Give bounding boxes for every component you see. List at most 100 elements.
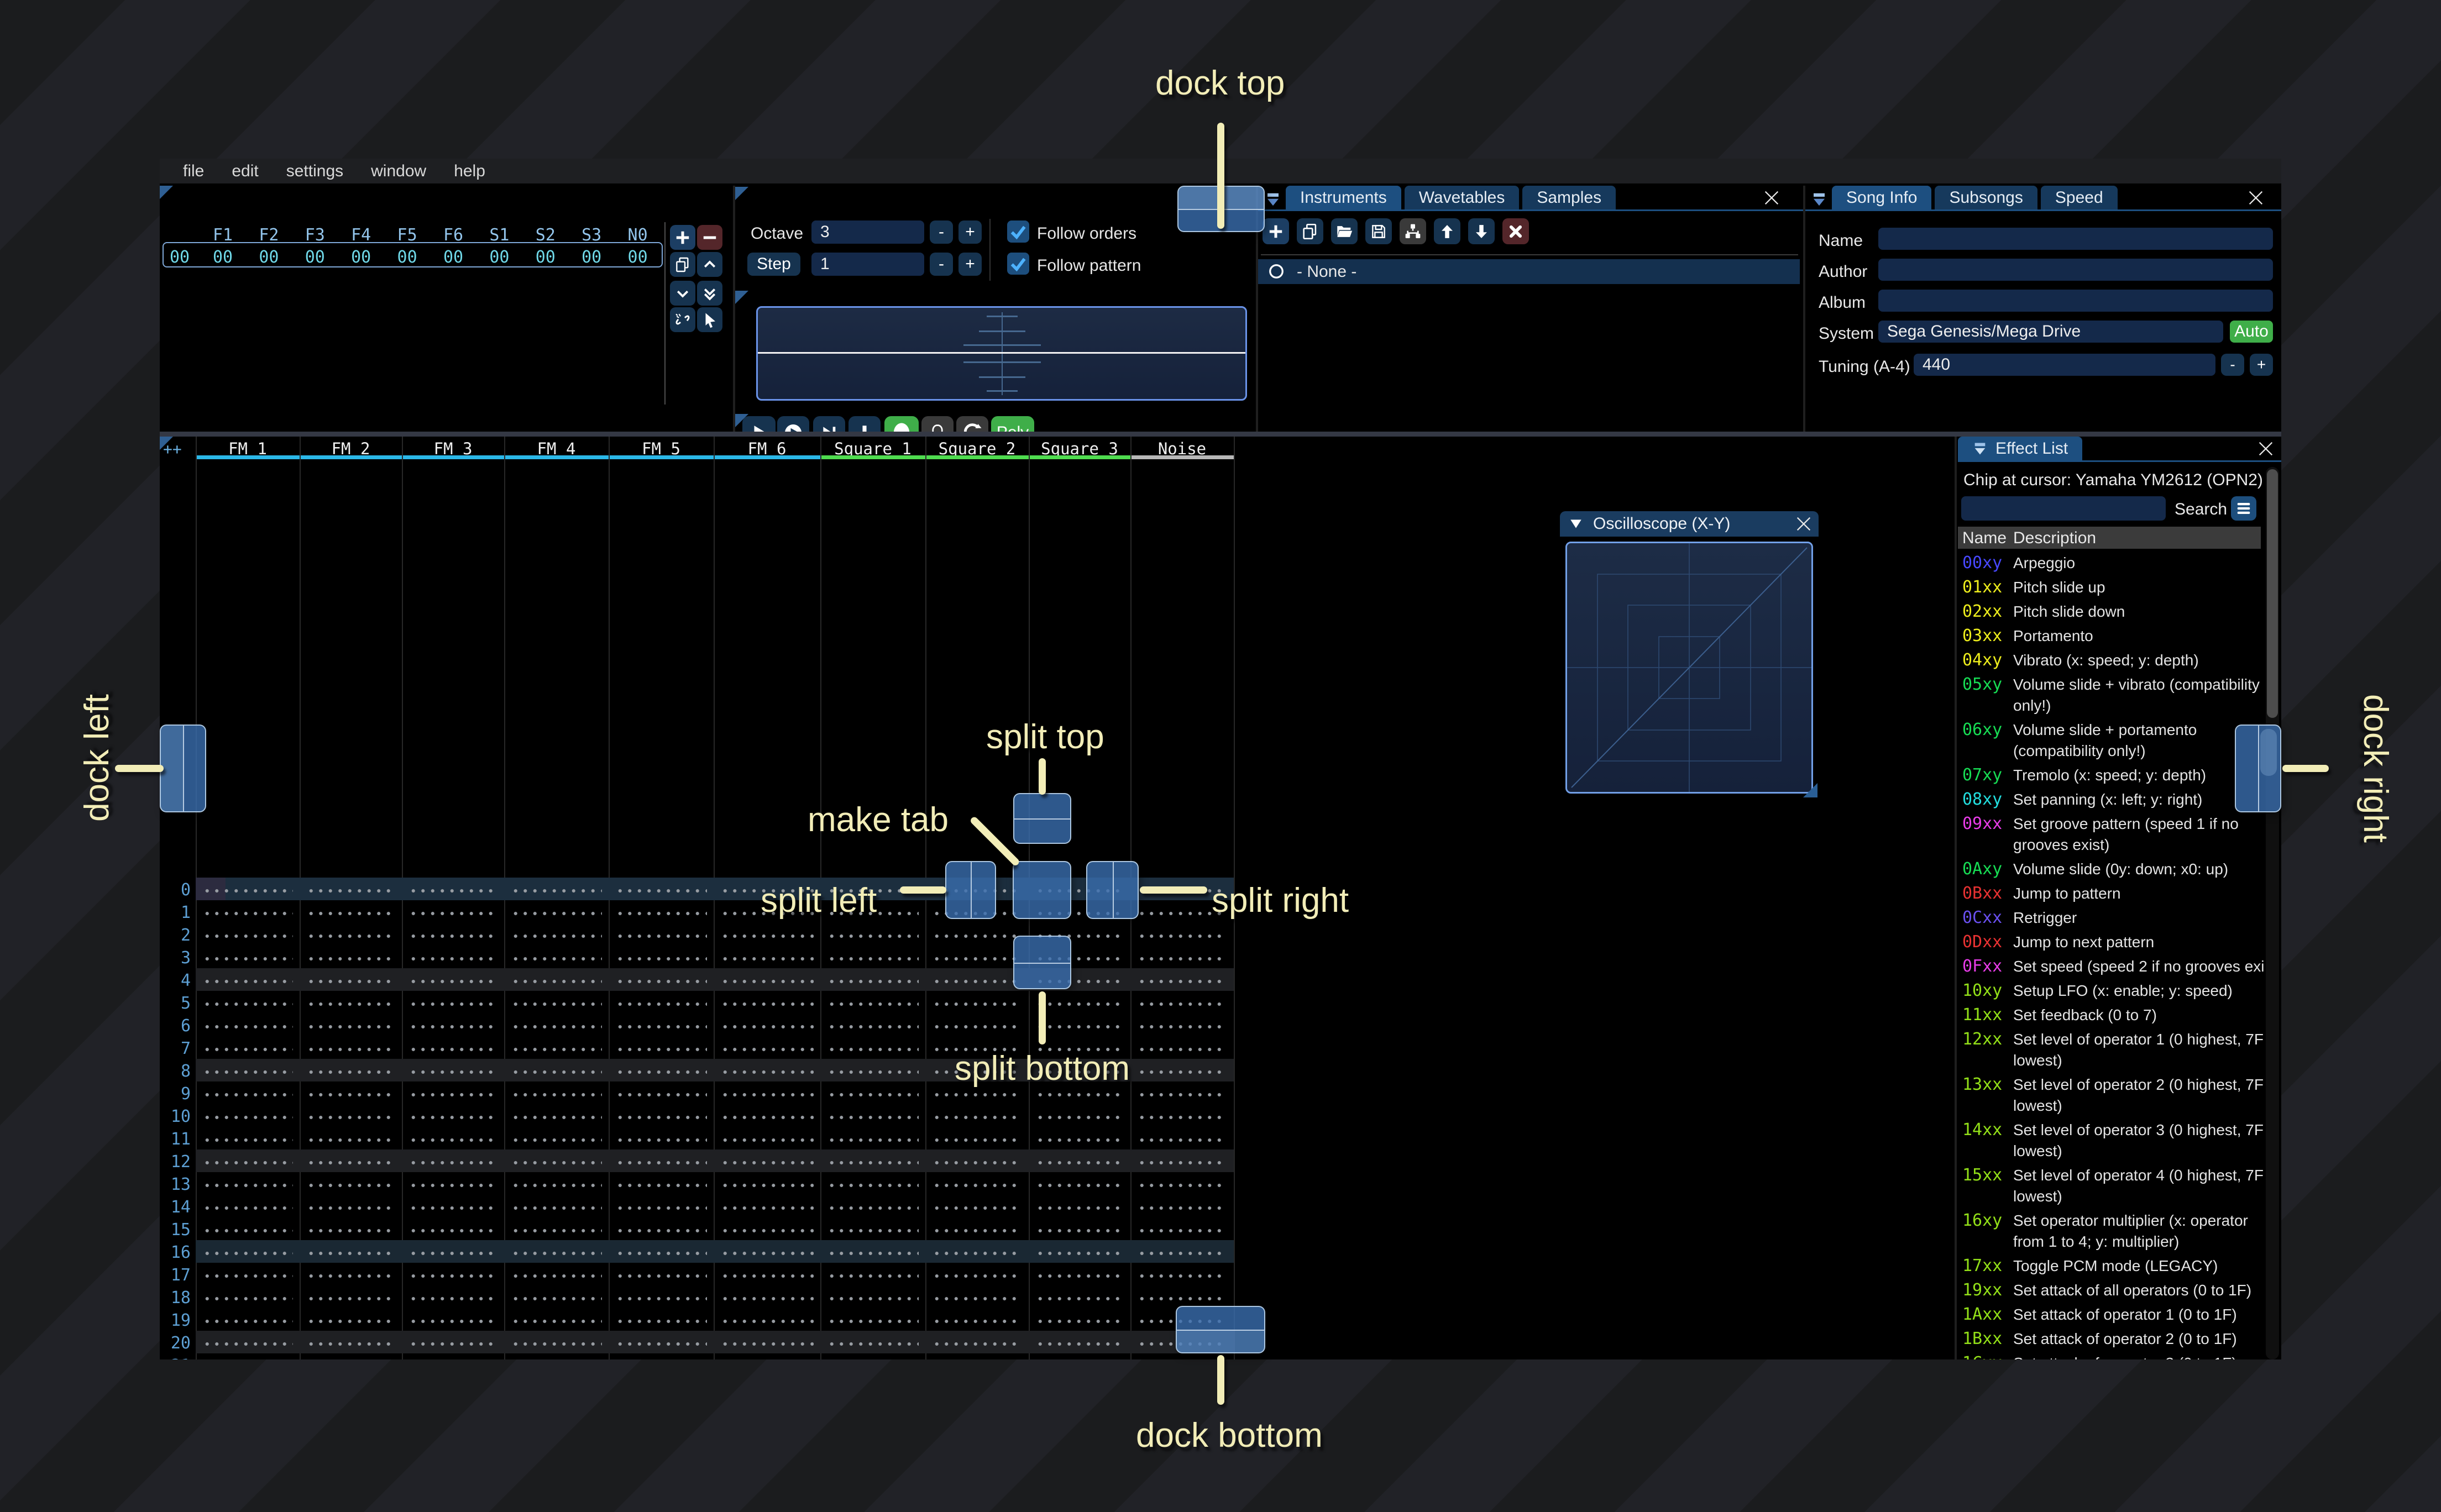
empty-cells[interactable] bbox=[615, 934, 707, 938]
effect-list-menu-button[interactable] bbox=[2231, 496, 2256, 521]
empty-cells[interactable] bbox=[511, 1229, 602, 1233]
empty-cells[interactable] bbox=[511, 957, 602, 961]
empty-cells[interactable] bbox=[408, 979, 497, 984]
empty-cells[interactable] bbox=[932, 1115, 1022, 1120]
empty-cells[interactable] bbox=[202, 957, 293, 961]
empty-cells[interactable] bbox=[615, 1342, 707, 1346]
split-left-button[interactable] bbox=[945, 861, 996, 919]
effect-row-0Fxx[interactable]: 0Fxx Set speed (speed 2 if no grooves exi… bbox=[1962, 956, 2264, 977]
empty-cells[interactable] bbox=[408, 1002, 497, 1006]
empty-cells[interactable] bbox=[1035, 1319, 1124, 1324]
empty-cells[interactable] bbox=[720, 1025, 814, 1029]
empty-cells[interactable] bbox=[720, 1229, 814, 1233]
instrument-open-button[interactable] bbox=[1331, 218, 1358, 244]
empty-cells[interactable] bbox=[408, 1206, 497, 1210]
empty-cells[interactable] bbox=[827, 1229, 919, 1233]
empty-cells[interactable] bbox=[202, 934, 293, 938]
empty-cells[interactable] bbox=[827, 1274, 919, 1278]
empty-cells[interactable] bbox=[408, 911, 497, 916]
empty-cells[interactable] bbox=[615, 1002, 707, 1006]
empty-cells[interactable] bbox=[615, 957, 707, 961]
empty-cells[interactable] bbox=[932, 1319, 1022, 1324]
tuning-input[interactable]: 440 bbox=[1914, 354, 2215, 376]
empty-cells[interactable] bbox=[511, 1206, 602, 1210]
octave-input[interactable]: 3 bbox=[811, 221, 924, 244]
effect-row-16xy[interactable]: 16xy Set operator multiplier (x: operator… bbox=[1962, 1210, 2264, 1252]
metronome-bell-button[interactable] bbox=[921, 416, 954, 432]
empty-cells[interactable] bbox=[615, 911, 707, 916]
empty-cells[interactable] bbox=[615, 1161, 707, 1165]
empty-cells[interactable] bbox=[408, 1047, 497, 1052]
effect-row-09xx[interactable]: 09xx Set groove pattern (speed 1 if no gr… bbox=[1962, 813, 2264, 855]
empty-cells[interactable] bbox=[1035, 1342, 1124, 1346]
order-edit-cursor-button[interactable] bbox=[697, 307, 722, 332]
effect-row-07xy[interactable]: 07xy Tremolo (x: speed; y: depth) bbox=[1962, 765, 2264, 786]
empty-cells[interactable] bbox=[615, 1138, 707, 1142]
menu-file[interactable]: file bbox=[173, 162, 214, 181]
empty-cells[interactable] bbox=[720, 934, 814, 938]
effect-row-1Cxx[interactable]: 1CxxSet attack of operator 3 (0 to 1F) bbox=[1962, 1353, 2264, 1359]
effect-row-1Bxx[interactable]: 1Bxx Set attack of operator 2 (0 to 1F) bbox=[1962, 1329, 2264, 1350]
empty-cells[interactable] bbox=[827, 1206, 919, 1210]
empty-cells[interactable] bbox=[615, 1115, 707, 1120]
empty-cells[interactable] bbox=[615, 1047, 707, 1052]
empty-cells[interactable] bbox=[306, 1093, 395, 1097]
empty-cells[interactable] bbox=[408, 1274, 497, 1278]
empty-cells[interactable] bbox=[615, 1319, 707, 1324]
empty-cells[interactable] bbox=[408, 1296, 497, 1301]
empty-cells[interactable] bbox=[1035, 1206, 1124, 1210]
empty-cells[interactable] bbox=[202, 979, 293, 984]
effect-row-11xx[interactable]: 11xx Set feedback (0 to 7) bbox=[1962, 1005, 2264, 1026]
empty-cells[interactable] bbox=[511, 1251, 602, 1256]
dock-bottom-button[interactable] bbox=[1176, 1306, 1265, 1353]
empty-cells[interactable] bbox=[827, 1002, 919, 1006]
play-one-row-button[interactable] bbox=[813, 416, 845, 432]
instruments-close-icon[interactable] bbox=[1762, 188, 1782, 208]
empty-cells[interactable] bbox=[1137, 1274, 1227, 1278]
empty-cells[interactable] bbox=[202, 1002, 293, 1006]
effect-row-0Bxx[interactable]: 0Bxx Jump to pattern bbox=[1962, 883, 2264, 904]
empty-cells[interactable] bbox=[202, 1251, 293, 1256]
effect-row-05xy[interactable]: 05xy Volume slide + vibrato (compatibilit… bbox=[1962, 674, 2264, 716]
empty-cells[interactable] bbox=[202, 1342, 293, 1346]
empty-cells[interactable] bbox=[306, 1319, 395, 1324]
instrument-save-button[interactable] bbox=[1365, 218, 1392, 244]
empty-cells[interactable] bbox=[827, 934, 919, 938]
effect-row-1Axx[interactable]: 1Axx Set attack of operator 1 (0 to 1F) bbox=[1962, 1304, 2264, 1325]
empty-cells[interactable] bbox=[827, 1342, 919, 1346]
effect-row-14xx[interactable]: 14xx Set level of operator 3 (0 highest, … bbox=[1962, 1120, 2264, 1162]
empty-cells[interactable] bbox=[511, 934, 602, 938]
tab-speed[interactable]: Speed bbox=[2040, 186, 2118, 209]
empty-cells[interactable] bbox=[408, 1115, 497, 1120]
empty-cells[interactable] bbox=[306, 1229, 395, 1233]
empty-cells[interactable] bbox=[720, 1115, 814, 1120]
instrument-delete-button[interactable] bbox=[1502, 218, 1529, 244]
empty-cells[interactable] bbox=[202, 889, 293, 893]
empty-cells[interactable] bbox=[1137, 1115, 1227, 1120]
empty-cells[interactable] bbox=[306, 934, 395, 938]
empty-cells[interactable] bbox=[615, 1229, 707, 1233]
empty-cells[interactable] bbox=[1035, 1138, 1124, 1142]
order-duplicate-button[interactable] bbox=[670, 252, 695, 277]
instrument-move-up-button[interactable] bbox=[1434, 218, 1460, 244]
resize-grip[interactable] bbox=[1803, 783, 1817, 797]
effect-list-close-icon[interactable] bbox=[2256, 439, 2276, 459]
order-unlink-button[interactable] bbox=[670, 307, 695, 332]
repeat-pattern-button[interactable] bbox=[956, 416, 988, 432]
tab-list-icon[interactable] bbox=[1265, 191, 1281, 211]
empty-cells[interactable] bbox=[720, 1342, 814, 1346]
collapse-icon[interactable] bbox=[1569, 517, 1583, 531]
album-input[interactable] bbox=[1878, 290, 2273, 312]
empty-cells[interactable] bbox=[408, 934, 497, 938]
empty-cells[interactable] bbox=[720, 1296, 814, 1301]
octave-minus-button[interactable]: - bbox=[930, 221, 953, 244]
empty-cells[interactable] bbox=[615, 1025, 707, 1029]
octave-plus-button[interactable]: + bbox=[958, 221, 982, 244]
system-auto-button[interactable]: Auto bbox=[2230, 321, 2273, 343]
empty-cells[interactable] bbox=[511, 1093, 602, 1097]
effect-row-06xy[interactable]: 06xy Volume slide + portamento (compatibi… bbox=[1962, 720, 2264, 762]
menu-edit[interactable]: edit bbox=[222, 162, 268, 181]
instrument-move-down-button[interactable] bbox=[1468, 218, 1495, 244]
empty-cells[interactable] bbox=[306, 1025, 395, 1029]
effect-search-input[interactable] bbox=[1961, 496, 2166, 521]
